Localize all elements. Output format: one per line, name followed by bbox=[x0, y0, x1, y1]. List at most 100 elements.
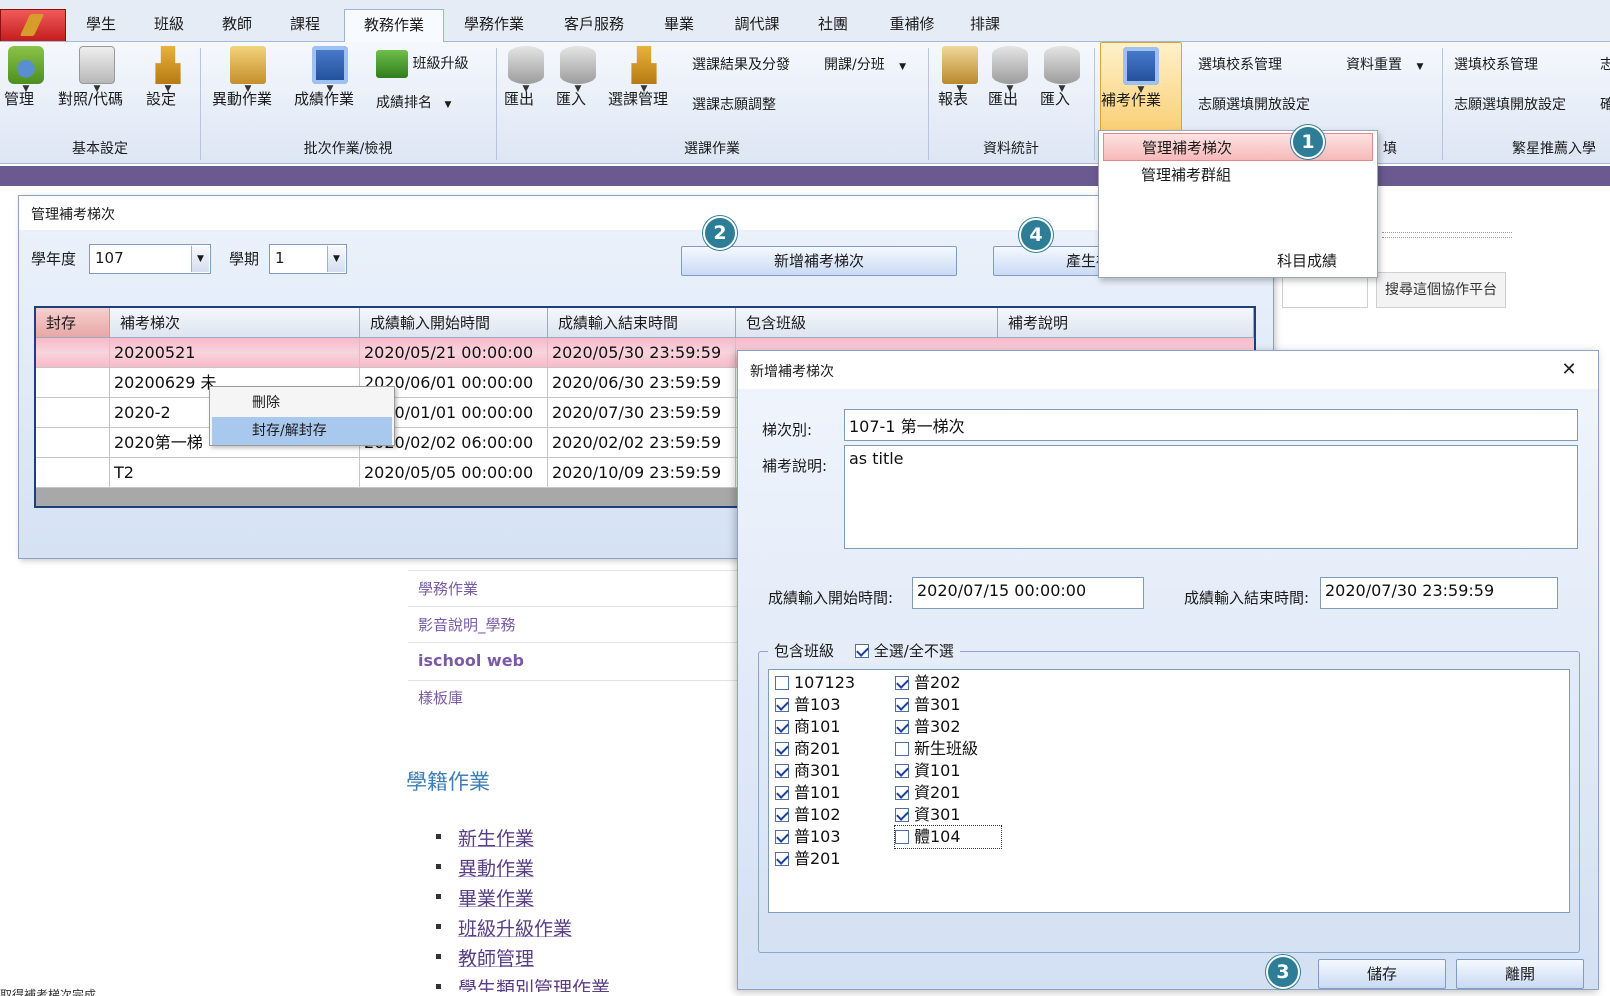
nav-link-student-affairs[interactable]: 學務作業 bbox=[418, 578, 478, 599]
group-label-batch: 批次作業/檢視 bbox=[303, 141, 393, 157]
class-checkbox[interactable]: 資101 bbox=[895, 760, 961, 782]
step-badge-1: 1 bbox=[1291, 125, 1325, 159]
wish-open-setting-button[interactable]: 志願選填開放設定 bbox=[1198, 94, 1310, 114]
description-field[interactable]: as title bbox=[844, 445, 1578, 549]
report-button[interactable]: 報表 ▼ bbox=[938, 46, 982, 108]
class-checkbox[interactable]: 體104 bbox=[894, 825, 1002, 849]
window-titlebar: 管理補考梯次 ─ ☐ ✕ bbox=[19, 196, 1273, 230]
school-year-select[interactable]: 107 ▼ bbox=[89, 244, 211, 274]
list-item[interactable]: 新生作業 bbox=[436, 824, 534, 851]
score-work-button[interactable]: 成績作業 ▼ bbox=[294, 46, 366, 108]
tab-academic-affairs[interactable]: 教務作業 bbox=[344, 9, 444, 43]
manage-button[interactable]: 管理 ▼ bbox=[4, 46, 48, 108]
class-checkbox[interactable]: 普103 bbox=[775, 694, 841, 716]
end-time-field[interactable]: 2020/07/30 23:59:59 bbox=[1320, 577, 1558, 609]
score-rank-button[interactable]: 成績排名 ▼ bbox=[376, 92, 451, 112]
class-checkbox[interactable]: 普301 bbox=[895, 694, 961, 716]
column-header[interactable]: 包含班級 bbox=[736, 308, 998, 338]
class-checkbox[interactable]: 普102 bbox=[775, 804, 841, 826]
tab-student[interactable]: 學生 bbox=[82, 9, 120, 41]
nav-divider bbox=[408, 642, 738, 643]
change-work-button[interactable]: 異動作業 ▼ bbox=[212, 46, 284, 108]
site-search-button[interactable]: 搜尋這個協作平台 bbox=[1376, 272, 1506, 308]
tab-club[interactable]: 社團 bbox=[814, 9, 852, 41]
chevron-down-icon[interactable]: ▼ bbox=[191, 246, 209, 272]
class-checkbox[interactable]: 普103 bbox=[775, 826, 841, 848]
tab-class[interactable]: 班級 bbox=[150, 9, 188, 41]
chevron-down-icon[interactable]: ▼ bbox=[327, 246, 345, 272]
tab-retake[interactable]: 重補修 bbox=[884, 9, 940, 41]
checkbox-checked-icon bbox=[895, 698, 909, 712]
save-button[interactable]: 儲存 bbox=[1318, 959, 1446, 989]
start-time-label: 成績輸入開始時間: bbox=[768, 589, 894, 607]
class-checkbox[interactable]: 普302 bbox=[895, 716, 961, 738]
class-checkbox[interactable]: 資301 bbox=[895, 804, 961, 826]
class-upgrade-button[interactable]: 班級升級 bbox=[376, 50, 468, 78]
tab-graduation[interactable]: 畢業 bbox=[660, 9, 698, 41]
course-import-button[interactable]: 匯入 ▼ bbox=[556, 46, 600, 108]
dept-select-manage-button[interactable]: 選填校系管理 bbox=[1198, 54, 1282, 74]
list-item[interactable]: 班級升級作業 bbox=[436, 914, 572, 941]
tab-customer-service[interactable]: 客戶服務 bbox=[558, 9, 630, 41]
menu-item-manage-makeup-groups[interactable]: 管理補考群組 bbox=[1103, 161, 1373, 189]
class-checkbox[interactable]: 商201 bbox=[775, 738, 841, 760]
context-archive-item[interactable]: 封存/解封存 bbox=[212, 417, 392, 445]
menu-item-manage-makeup-rounds[interactable]: 管理補考梯次 bbox=[1103, 133, 1373, 161]
stats-import-button[interactable]: 匯入 ▼ bbox=[1040, 46, 1084, 108]
course-result-assign-button[interactable]: 選課結果及分發 bbox=[692, 54, 790, 74]
class-checkbox[interactable]: 普101 bbox=[775, 782, 841, 804]
dropdown-arrow-icon: ▼ bbox=[899, 62, 907, 72]
calculator-icon bbox=[1123, 47, 1159, 85]
database-import-icon bbox=[560, 46, 596, 84]
makeup-exam-button[interactable]: 補考作業 ▼ bbox=[1100, 42, 1182, 132]
add-makeup-round-button[interactable]: 新增補考梯次 bbox=[681, 246, 957, 276]
column-header[interactable]: 成績輸入結束時間 bbox=[548, 308, 736, 338]
tab-student-affairs[interactable]: 學務作業 bbox=[458, 9, 530, 41]
class-checkbox[interactable]: 普202 bbox=[895, 672, 961, 694]
nav-link-template-library[interactable]: 樣板庫 bbox=[418, 687, 463, 708]
class-checkbox[interactable]: 商101 bbox=[775, 716, 841, 738]
data-reset-button[interactable]: 資料重置 ▼ bbox=[1346, 54, 1423, 74]
star-dept-manage-button[interactable]: 選填校系管理 bbox=[1454, 54, 1538, 74]
mapping-code-button[interactable]: 對照/代碼 ▼ bbox=[58, 46, 136, 108]
tab-teacher[interactable]: 教師 bbox=[218, 9, 256, 41]
class-checkbox[interactable]: 資201 bbox=[895, 782, 961, 804]
nav-link-ischool-web[interactable]: ischool web bbox=[418, 651, 524, 670]
class-checkbox[interactable]: 新生班級 bbox=[895, 738, 978, 760]
class-checkbox[interactable]: 107123 bbox=[775, 672, 855, 694]
column-header[interactable]: 成績輸入開始時間 bbox=[360, 308, 548, 338]
close-icon[interactable]: ✕ bbox=[1546, 355, 1592, 385]
list-item[interactable]: 教師管理 bbox=[436, 944, 534, 971]
round-name-field[interactable]: 107-1 第一梯次 bbox=[844, 409, 1578, 441]
settings-button[interactable]: 設定 ▼ bbox=[146, 46, 190, 108]
start-time-field[interactable]: 2020/07/15 00:00:00 bbox=[912, 577, 1144, 609]
menu-item-subject-scores[interactable]: 科目成績 bbox=[1103, 247, 1373, 275]
semester-select[interactable]: 1 ▼ bbox=[269, 244, 347, 274]
tab-scheduling[interactable]: 排課 bbox=[966, 9, 1004, 41]
checkbox-checked-icon bbox=[895, 720, 909, 734]
select-all-checkbox[interactable]: 全選/全不選 bbox=[854, 639, 954, 663]
class-checkbox[interactable]: 商301 bbox=[775, 760, 841, 782]
column-header[interactable]: 封存 bbox=[36, 308, 110, 338]
checkbox-checked-icon bbox=[775, 764, 789, 778]
application-menu-button[interactable] bbox=[0, 9, 66, 41]
course-manage-button[interactable]: 選課管理 ▼ bbox=[608, 46, 680, 108]
stats-export-button[interactable]: 匯出 ▼ bbox=[988, 46, 1032, 108]
star-wish-open-button[interactable]: 志願選填開放設定 bbox=[1454, 94, 1566, 114]
course-wish-adjust-button[interactable]: 選課志願調整 bbox=[692, 94, 776, 114]
class-checkbox[interactable]: 普201 bbox=[775, 848, 841, 870]
report-icon bbox=[942, 46, 978, 84]
close-button[interactable]: 離開 bbox=[1456, 959, 1584, 989]
column-header[interactable]: 補考說明 bbox=[998, 308, 1254, 338]
list-item[interactable]: 畢業作業 bbox=[436, 884, 534, 911]
column-header[interactable]: 補考梯次 bbox=[110, 308, 360, 338]
checkbox-checked-icon bbox=[775, 852, 789, 866]
tab-course[interactable]: 課程 bbox=[286, 9, 324, 41]
nav-link-video-guide[interactable]: 影音說明_學務 bbox=[418, 614, 516, 635]
course-export-button[interactable]: 匯出 ▼ bbox=[504, 46, 548, 108]
tab-substitute[interactable]: 調代課 bbox=[730, 9, 784, 41]
open-split-class-button[interactable]: 開課/分班 ▼ bbox=[824, 54, 906, 74]
list-item[interactable]: 異動作業 bbox=[436, 854, 534, 881]
context-delete-item[interactable]: 刪除 bbox=[212, 389, 392, 417]
end-time-label: 成績輸入結束時間: bbox=[1184, 589, 1310, 607]
